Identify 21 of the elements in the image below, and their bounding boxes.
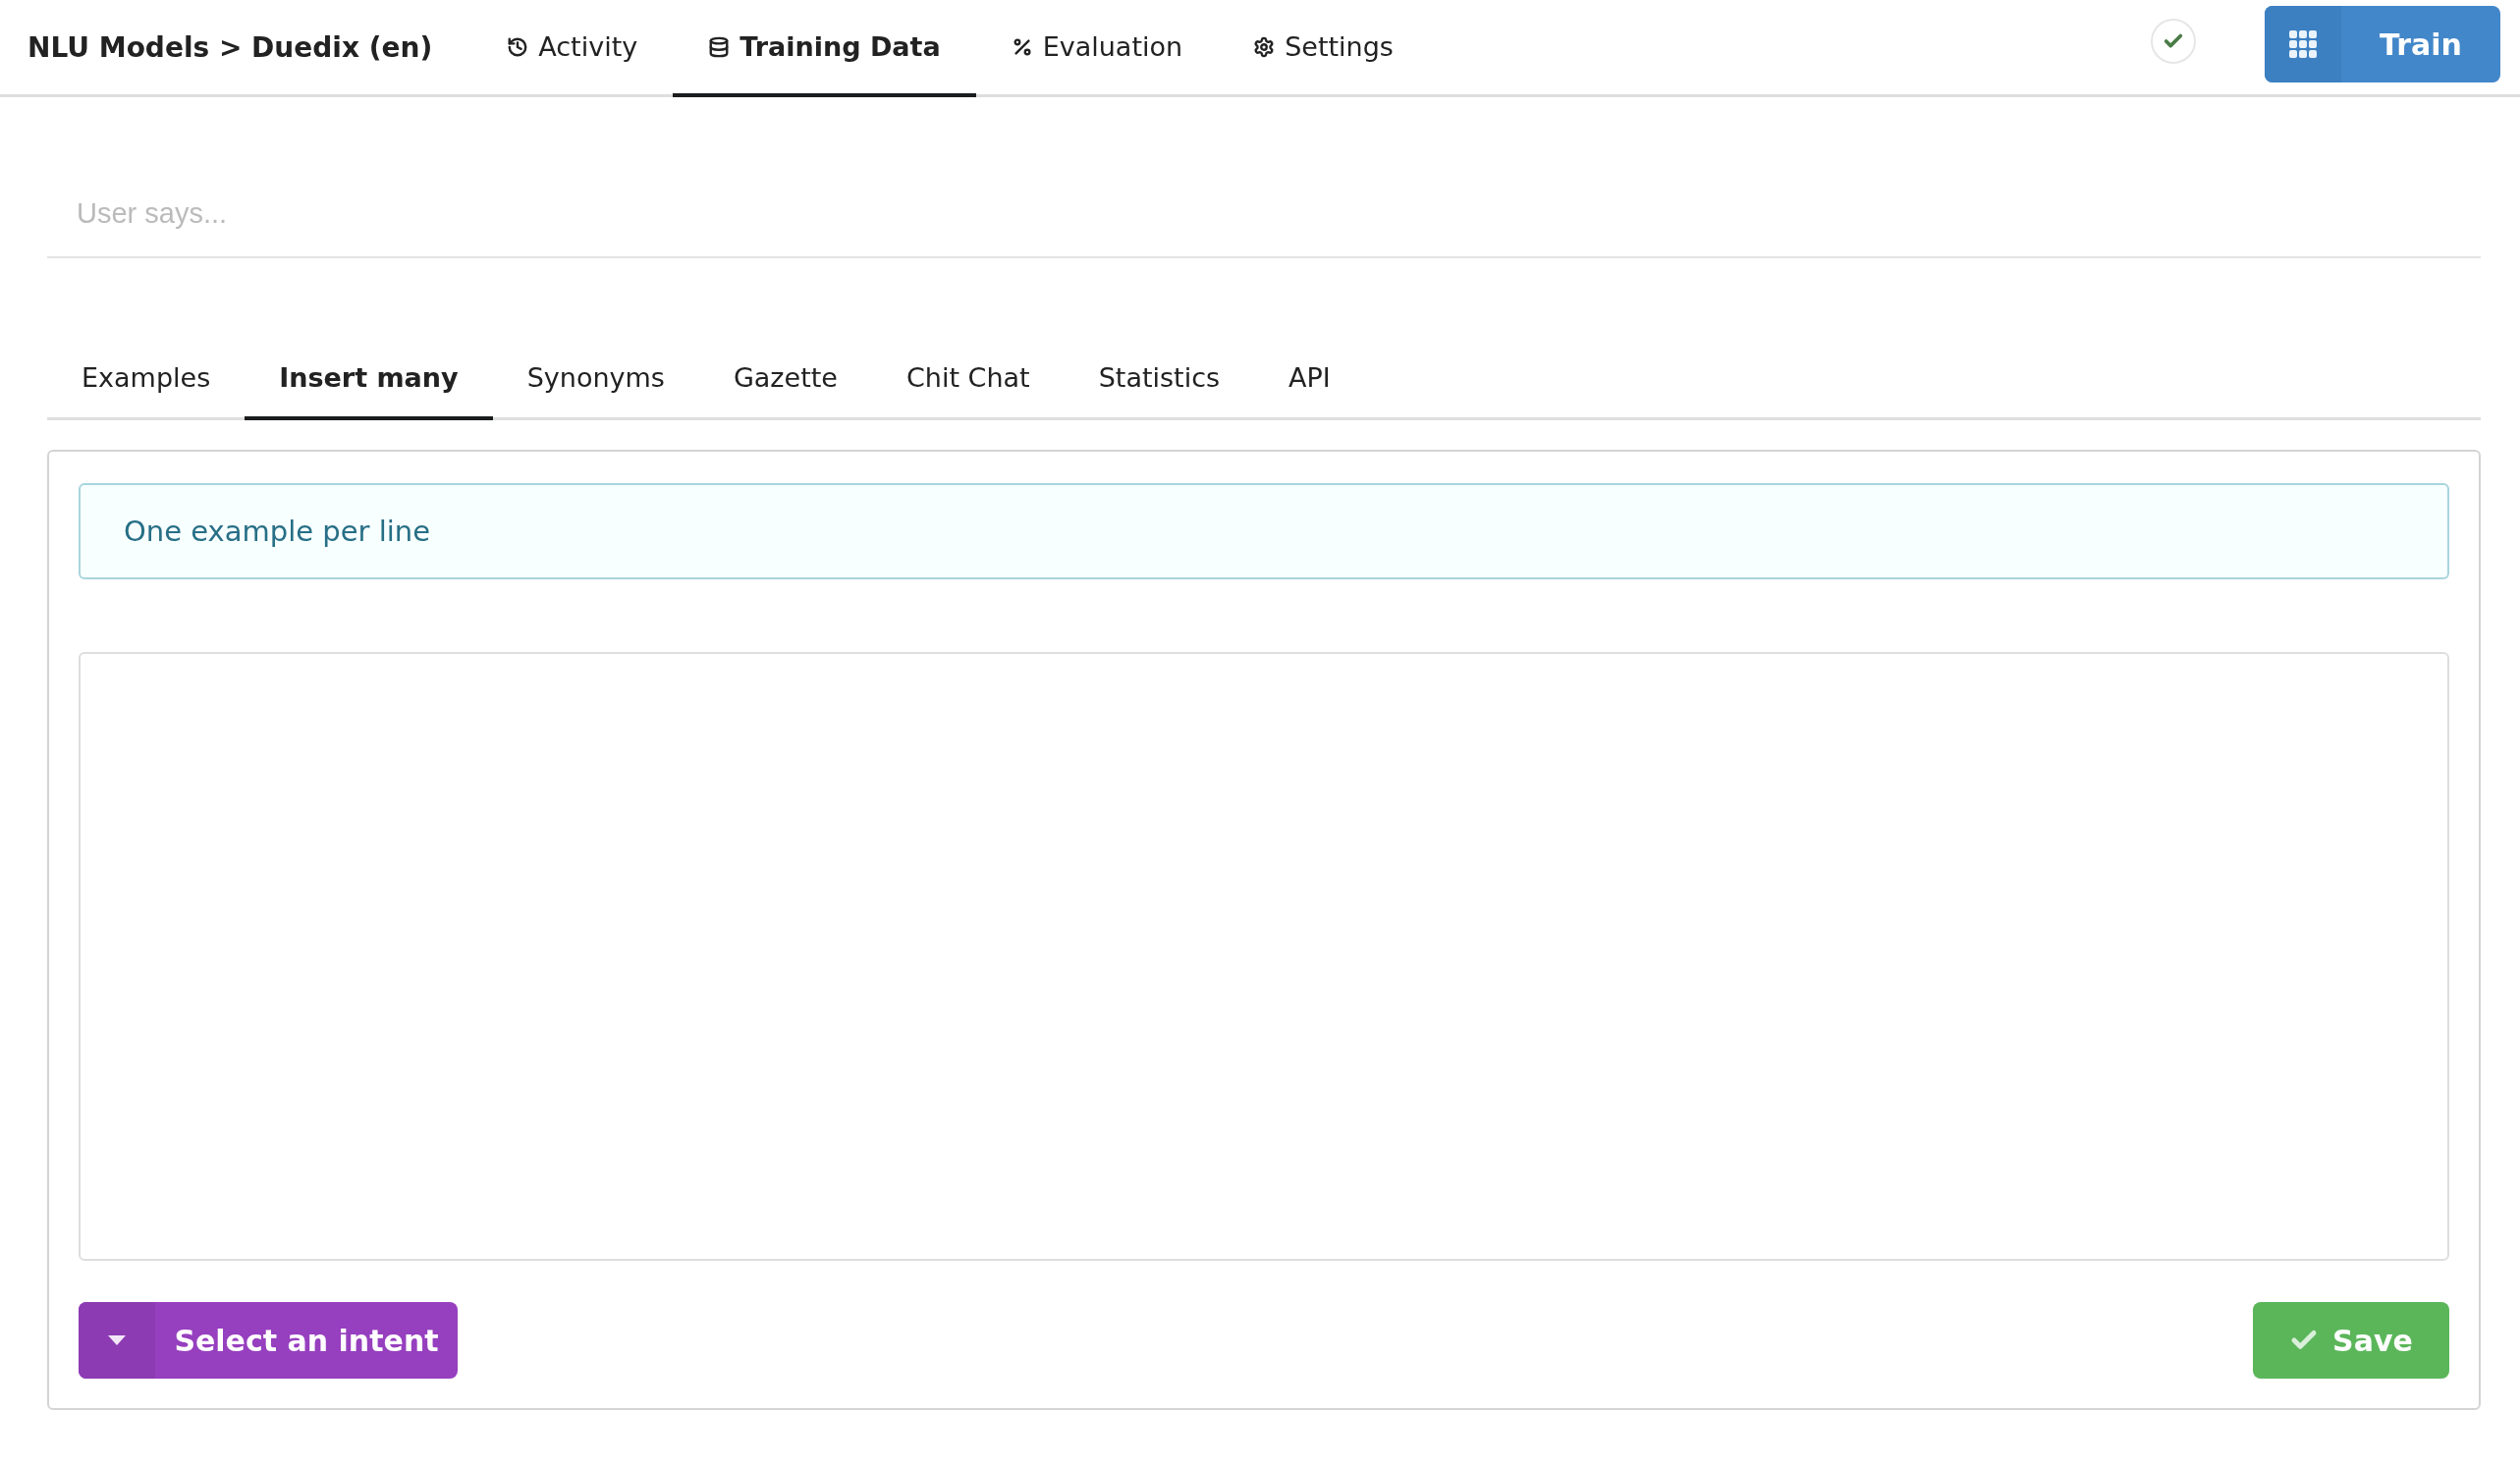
nav-tab[interactable]: Evaluation — [975, 0, 1219, 97]
settings-icon — [1253, 35, 1276, 58]
nav-tab[interactable]: Settings — [1218, 0, 1429, 97]
database-icon — [708, 35, 731, 58]
nav-tab[interactable]: Activity — [471, 0, 674, 97]
tab[interactable]: Gazette — [698, 345, 872, 420]
train-button[interactable]: Train — [2265, 6, 2500, 82]
tab[interactable]: API — [1254, 345, 1365, 420]
history-icon — [507, 35, 529, 58]
select-intent-button[interactable]: Select an intent — [79, 1302, 458, 1379]
breadcrumb-title: NLU Models > Duedix (en) — [27, 29, 433, 66]
tab[interactable]: Synonyms — [492, 345, 699, 420]
info-message: One example per line — [79, 483, 2449, 579]
tab[interactable]: Statistics — [1064, 345, 1255, 420]
tab[interactable]: Examples — [47, 345, 246, 420]
tab[interactable]: Chit Chat — [871, 345, 1065, 420]
nav-tab[interactable]: Training Data — [673, 0, 976, 97]
examples-textarea[interactable] — [79, 652, 2449, 1261]
grid-icon — [2288, 29, 2318, 59]
tab[interactable]: Insert many — [245, 345, 493, 420]
caret-icon — [108, 1335, 126, 1345]
